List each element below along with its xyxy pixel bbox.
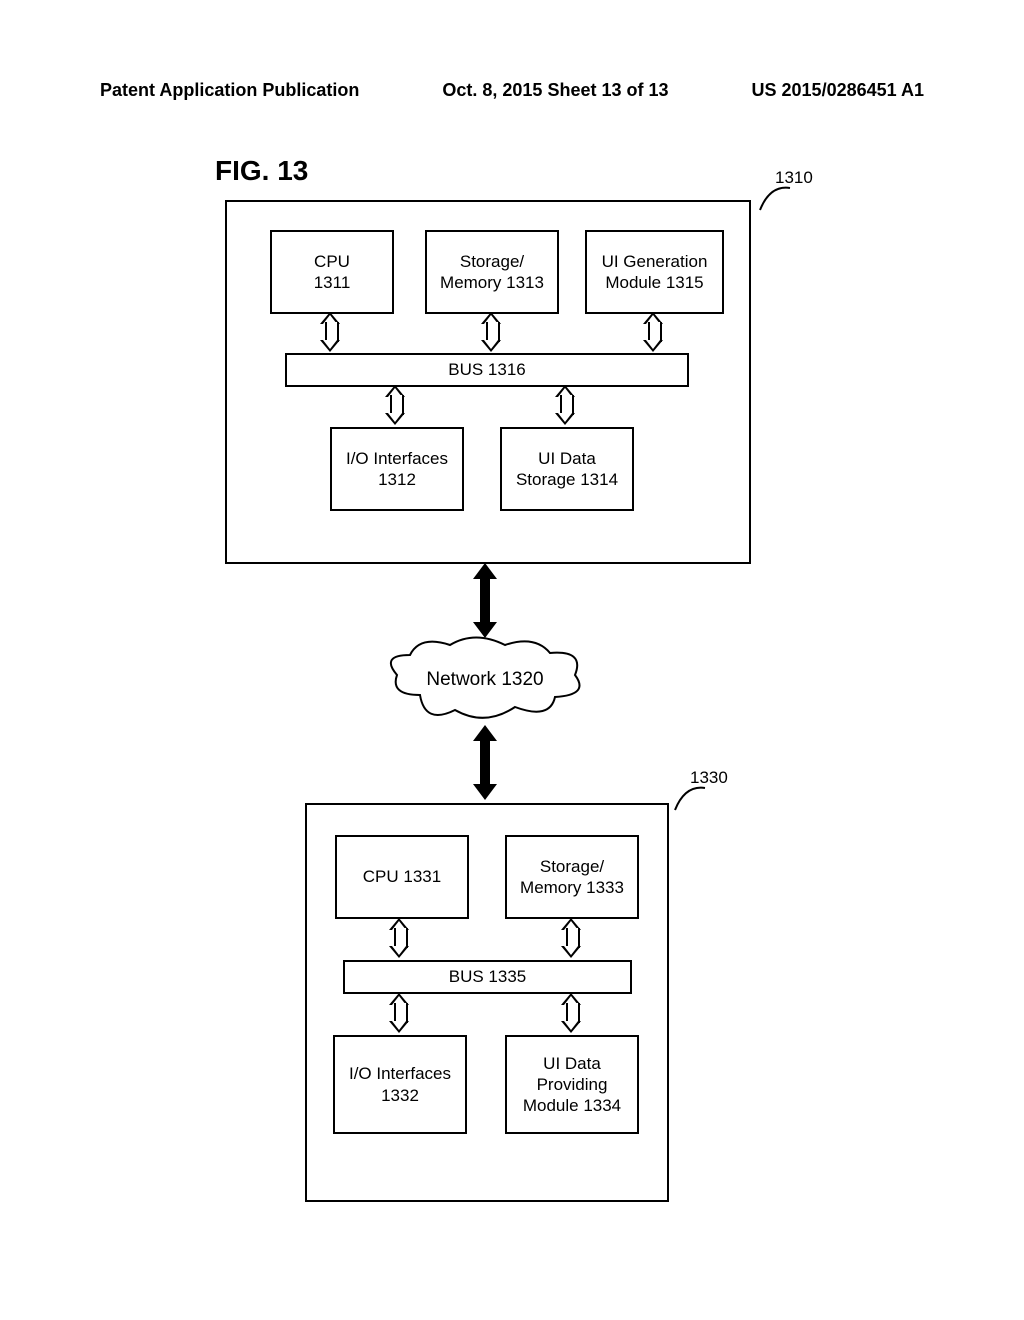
page-header: Patent Application Publication Oct. 8, 2… <box>100 80 924 101</box>
block-storage-1313: Storage/ Memory 1313 <box>425 230 559 314</box>
arrow-cpu-bus <box>320 312 340 352</box>
header-right: US 2015/0286451 A1 <box>752 80 924 101</box>
arrow-bus-uidata <box>555 385 575 425</box>
header-left: Patent Application Publication <box>100 80 359 101</box>
arrow-bus-io <box>385 385 405 425</box>
arrow-network-to-bottom <box>477 725 493 800</box>
block-bus-1335: BUS 1335 <box>343 960 632 994</box>
arrow-bus-uiprov-bottom <box>561 993 581 1033</box>
figure-label: FIG. 13 <box>215 155 308 187</box>
block-uigen-1315: UI Generation Module 1315 <box>585 230 724 314</box>
block-io-1312: I/O Interfaces 1312 <box>330 427 464 511</box>
header-center: Oct. 8, 2015 Sheet 13 of 13 <box>442 80 668 101</box>
block-uidata-1314: UI Data Storage 1314 <box>500 427 634 511</box>
arrow-storage-bus <box>481 312 501 352</box>
arrow-cpu-bus-bottom <box>389 918 409 958</box>
block-io-1332: I/O Interfaces 1332 <box>333 1035 467 1134</box>
arrow-top-to-network <box>477 563 493 638</box>
ref-1310: 1310 <box>755 180 795 220</box>
block-cpu-1311: CPU 1311 <box>270 230 394 314</box>
block-uiprov-1334: UI Data Providing Module 1334 <box>505 1035 639 1134</box>
block-cpu-1331: CPU 1331 <box>335 835 469 919</box>
arrow-uigen-bus <box>643 312 663 352</box>
block-storage-1333: Storage/ Memory 1333 <box>505 835 639 919</box>
ref-1330: 1330 <box>670 780 710 820</box>
arrow-bus-io-bottom <box>389 993 409 1033</box>
diagram: 1310 CPU 1311 Storage/ Memory 1313 UI Ge… <box>225 185 785 1215</box>
network-cloud: Network 1320 <box>385 635 585 725</box>
arrow-storage-bus-bottom <box>561 918 581 958</box>
block-bus-1316: BUS 1316 <box>285 353 689 387</box>
